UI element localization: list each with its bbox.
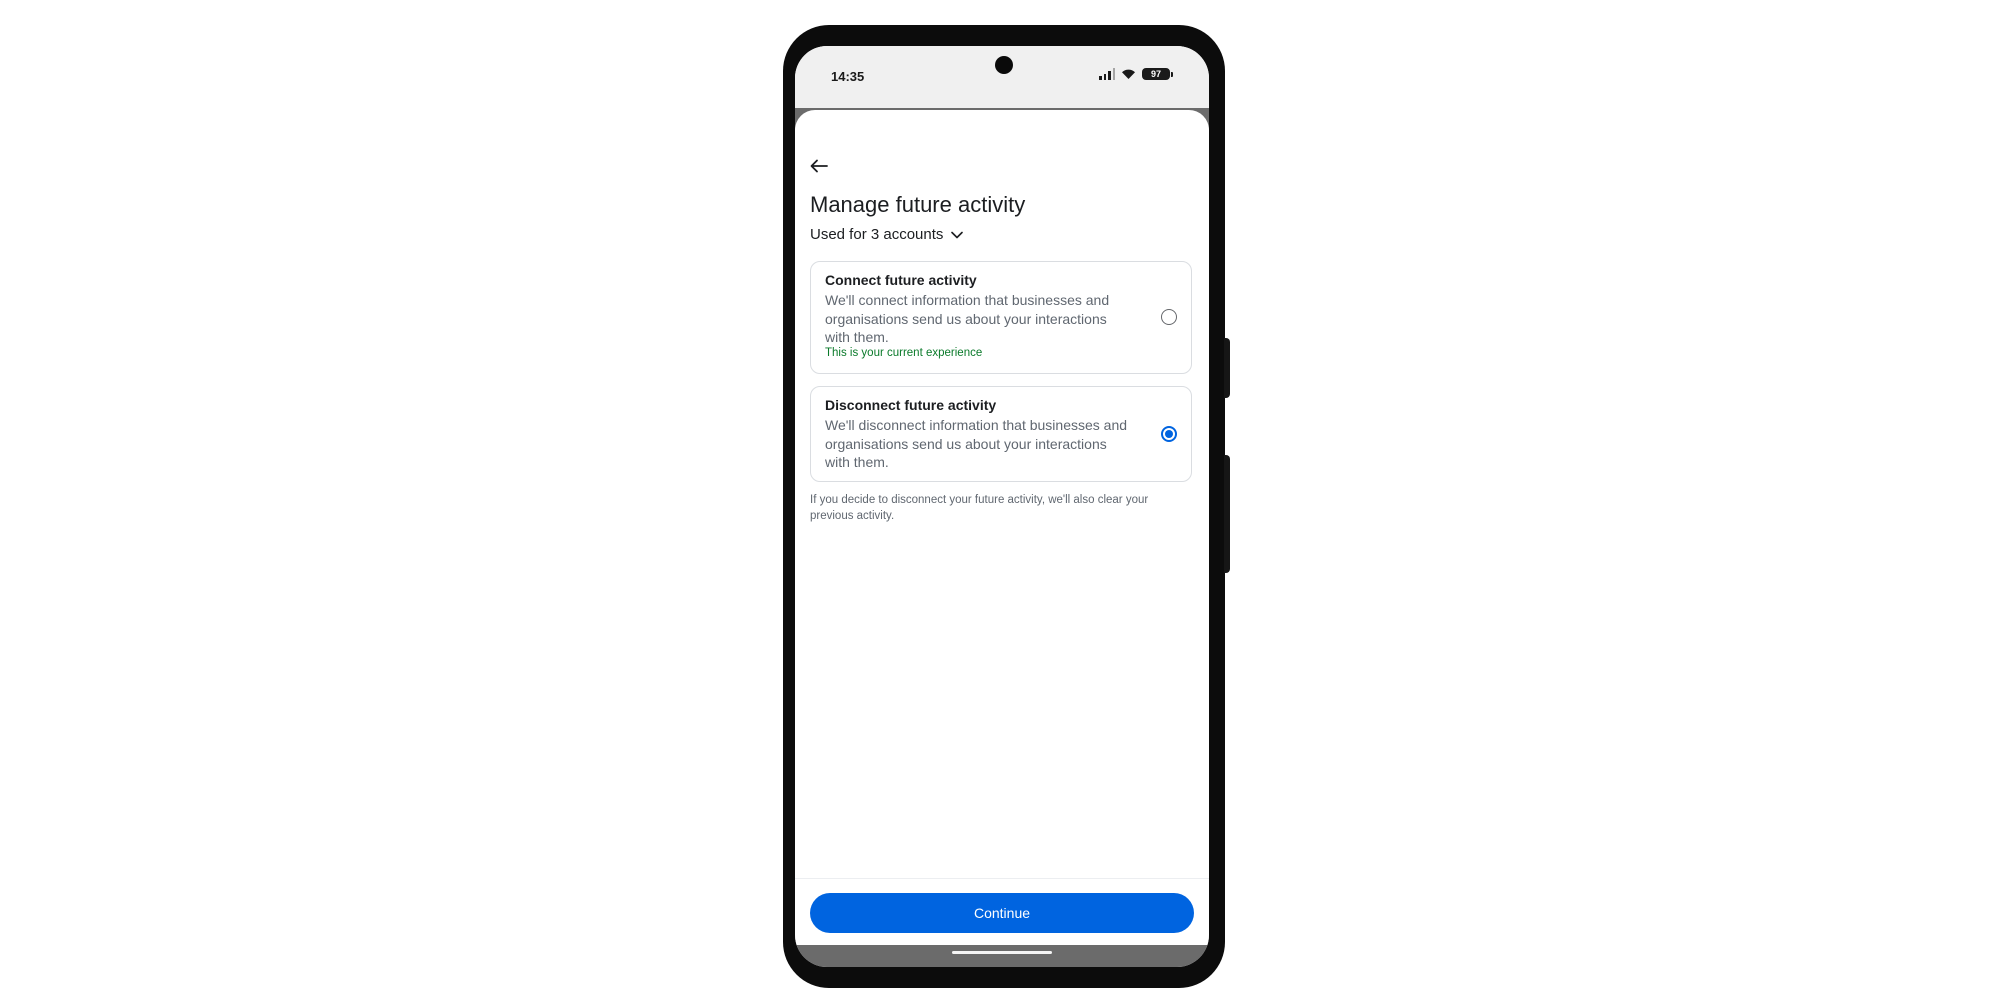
arrow-left-icon bbox=[810, 159, 828, 173]
wifi-icon bbox=[1122, 69, 1135, 79]
current-experience-note: This is your current experience bbox=[825, 347, 983, 359]
accounts-dropdown[interactable]: Used for 3 accounts bbox=[810, 226, 964, 243]
back-button[interactable] bbox=[805, 152, 833, 180]
status-bar: 14:35 97 bbox=[795, 46, 1209, 108]
phone-screen: 14:35 97 Manage future activity Used for… bbox=[795, 46, 1209, 967]
continue-button[interactable]: Continue bbox=[810, 893, 1194, 933]
option-connect-title: Connect future activity bbox=[825, 272, 977, 288]
footer-divider bbox=[795, 878, 1209, 879]
option-connect-description: We'll connect information that businesse… bbox=[825, 292, 1110, 345]
option-connect-card[interactable]: Connect future activity We'll connect in… bbox=[810, 261, 1192, 374]
volume-button bbox=[1224, 455, 1230, 573]
page-title: Manage future activity bbox=[810, 192, 1026, 217]
option-disconnect-description: We'll disconnect information that busine… bbox=[825, 417, 1128, 470]
signal-icon bbox=[1099, 68, 1115, 80]
disconnect-footnote: If you decide to disconnect your future … bbox=[810, 494, 1149, 522]
bottom-sheet: Manage future activity Used for 3 accoun… bbox=[795, 110, 1209, 945]
chevron-down-icon bbox=[951, 231, 964, 238]
status-icons: 97 bbox=[1099, 68, 1173, 80]
home-indicator[interactable] bbox=[952, 951, 1052, 954]
option-disconnect-card[interactable]: Disconnect future activity We'll disconn… bbox=[810, 386, 1192, 482]
option-connect-radio[interactable] bbox=[1161, 309, 1177, 325]
battery-tip bbox=[1171, 71, 1173, 77]
accounts-label: Used for 3 accounts bbox=[810, 226, 944, 243]
battery-icon: 97 bbox=[1142, 68, 1170, 80]
option-disconnect-title: Disconnect future activity bbox=[825, 397, 997, 413]
status-time: 14:35 bbox=[831, 69, 865, 84]
power-button bbox=[1224, 338, 1230, 398]
option-disconnect-radio[interactable] bbox=[1161, 426, 1177, 442]
front-camera bbox=[995, 56, 1013, 74]
